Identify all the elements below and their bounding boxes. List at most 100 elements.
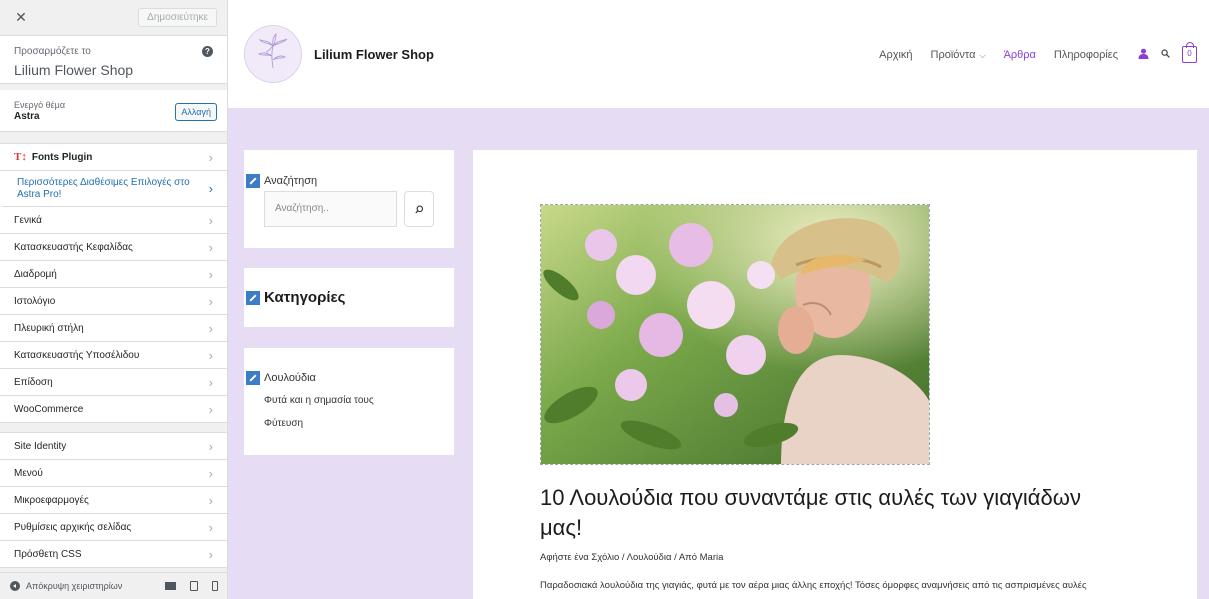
publish-button[interactable]: Δημοσιεύτηκε bbox=[138, 8, 217, 27]
nav-products[interactable]: Προϊόντα ⌵ bbox=[931, 49, 986, 61]
chevron-right-icon: › bbox=[208, 492, 213, 508]
panel-list-core: Site Identity › Μενού › Μικροεφαρμογές › Ρυθμί… bbox=[0, 433, 227, 568]
divider bbox=[0, 132, 227, 144]
panel-label: Διαδρομή bbox=[14, 268, 57, 280]
lily-logo-icon bbox=[257, 32, 288, 69]
chevron-right-icon: › bbox=[208, 149, 213, 165]
category-link[interactable]: Φυτά και η σημασία τους bbox=[264, 395, 374, 406]
panel-label: Επίδοση bbox=[14, 376, 53, 388]
article-meta: Αφήστε ένα Σχόλιο / Λουλούδια / Από Mari… bbox=[540, 552, 724, 563]
site-name-label: Lilium Flower Shop bbox=[14, 62, 134, 78]
search-widget: Αναζήτηση Αναζήτηση.. bbox=[244, 150, 454, 248]
site-preview: Lilium Flower Shop Αρχική Προϊόντα ⌵ Άρθρ… bbox=[228, 0, 1209, 599]
close-icon[interactable]: ✕ bbox=[12, 9, 30, 26]
search-icon bbox=[414, 205, 423, 213]
panel-label: Μικροεφαρμογές bbox=[14, 494, 89, 506]
active-theme-section: Ενεργό θέμα Astra Αλλαγή bbox=[0, 90, 227, 132]
collapse-icon[interactable] bbox=[10, 581, 20, 591]
chevron-right-icon: › bbox=[208, 546, 213, 562]
category-list-widget: Λουλούδια Φυτά και η σημασία τους Φύτευσ… bbox=[244, 348, 454, 455]
panel-label: Γενικά bbox=[14, 214, 42, 226]
panel-label: Ιστολόγιο bbox=[14, 295, 56, 307]
panel-list-theme: Γενικά › Κατασκευαστής Κεφαλίδας › Διαδρομή ›… bbox=[0, 207, 227, 423]
edit-pencil-icon[interactable] bbox=[246, 290, 260, 305]
panel-item[interactable]: Ρυθμίσεις αρχικής σελίδας › bbox=[0, 514, 227, 541]
category-link[interactable]: Φύτευση bbox=[264, 418, 303, 429]
nav-articles[interactable]: Άρθρα bbox=[1004, 49, 1036, 61]
panel-item[interactable]: Ιστολόγιο › bbox=[0, 288, 227, 315]
edit-pencil-icon[interactable] bbox=[246, 371, 260, 385]
divider bbox=[0, 423, 227, 433]
chevron-right-icon: › bbox=[208, 374, 213, 390]
panel-fonts-plugin[interactable]: T↕ Fonts Plugin › bbox=[0, 144, 227, 171]
panel-label: Κατασκευαστής Κεφαλίδας bbox=[14, 241, 133, 253]
mobile-preview-icon[interactable] bbox=[212, 581, 218, 591]
panel-label: Μενού bbox=[14, 467, 43, 479]
panel-item[interactable]: Κατασκευαστής Υποσέλιδου › bbox=[0, 342, 227, 369]
widget-title: Κατηγορίες bbox=[264, 289, 346, 306]
search-input[interactable]: Αναζήτηση.. bbox=[264, 191, 397, 227]
panel-label: Πρόσθετη CSS bbox=[14, 548, 82, 560]
desktop-preview-icon[interactable] bbox=[165, 582, 176, 590]
nav-info[interactable]: Πληροφορίες bbox=[1054, 49, 1118, 61]
article-excerpt: Παραδοσιακά λουλούδια της γιαγιάς, φυτά … bbox=[540, 580, 1087, 591]
chevron-right-icon: › bbox=[208, 347, 213, 363]
edit-pencil-icon[interactable] bbox=[246, 174, 260, 188]
chevron-right-icon: › bbox=[208, 266, 213, 282]
nav-home[interactable]: Αρχική bbox=[879, 49, 912, 61]
panel-label: Κατασκευαστής Υποσέλιδου bbox=[14, 349, 140, 361]
panel-item[interactable]: Επίδοση › bbox=[0, 369, 227, 396]
main-navigation: Αρχική Προϊόντα ⌵ Άρθρα Πληροφορίες 0 bbox=[861, 42, 1197, 63]
panel-astra-pro[interactable]: Περισσότερες Διαθέσιμες Επιλογές στο Ast… bbox=[0, 171, 227, 207]
widget-title: Αναζήτηση bbox=[264, 175, 318, 187]
chevron-right-icon: › bbox=[208, 519, 213, 535]
chevron-down-icon: ⌵ bbox=[979, 50, 986, 60]
customizer-sidebar: ✕ Δημοσιεύτηκε Προσαρμόζετε το Lilium Fl… bbox=[0, 0, 228, 599]
panel-label: Πλευρική στήλη bbox=[14, 322, 84, 334]
panel-item[interactable]: Πρόσθετη CSS › bbox=[0, 541, 227, 568]
chevron-right-icon: › bbox=[208, 181, 213, 196]
help-icon[interactable]: ? bbox=[202, 46, 213, 57]
customizer-info: Προσαρμόζετε το Lilium Flower Shop ? bbox=[0, 36, 227, 84]
panel-label: Ρυθμίσεις αρχικής σελίδας bbox=[14, 521, 132, 533]
panel-item[interactable]: Γενικά › bbox=[0, 207, 227, 234]
panel-item[interactable]: Διαδρομή › bbox=[0, 261, 227, 288]
customizing-label: Προσαρμόζετε το bbox=[14, 46, 91, 57]
panel-item[interactable]: Site Identity › bbox=[0, 433, 227, 460]
category-link[interactable]: Λουλούδια bbox=[264, 372, 316, 384]
site-logo[interactable] bbox=[244, 25, 302, 83]
cart-icon[interactable]: 0 bbox=[1182, 42, 1197, 63]
panel-label: Fonts Plugin bbox=[31, 151, 93, 163]
tablet-preview-icon[interactable] bbox=[190, 581, 198, 591]
account-icon[interactable] bbox=[1138, 48, 1149, 62]
hide-controls-label[interactable]: Απόκρυψη χειριστηρίων bbox=[26, 581, 122, 591]
search-button[interactable] bbox=[404, 191, 434, 227]
article-card: 10 Λουλούδια που συναντάμε στις αυλές τω… bbox=[473, 150, 1197, 599]
fonts-plugin-icon: T↕ bbox=[14, 151, 27, 163]
chevron-right-icon: › bbox=[208, 401, 213, 417]
panel-label: WooCommerce bbox=[14, 403, 84, 415]
woman-with-flowers-photo bbox=[541, 205, 929, 464]
panel-item[interactable]: Πλευρική στήλη › bbox=[0, 315, 227, 342]
chevron-right-icon: › bbox=[208, 212, 213, 228]
panel-label: Περισσότερες Διαθέσιμες Επιλογές στο Ast… bbox=[17, 176, 190, 200]
customizer-header: ✕ Δημοσιεύτηκε bbox=[0, 0, 227, 36]
article-title[interactable]: 10 Λουλούδια που συναντάμε στις αυλές τω… bbox=[540, 483, 1100, 543]
chevron-right-icon: › bbox=[208, 293, 213, 309]
change-theme-button[interactable]: Αλλαγή bbox=[175, 103, 217, 121]
chevron-right-icon: › bbox=[208, 320, 213, 336]
panel-item[interactable]: Μικροεφαρμογές › bbox=[0, 487, 227, 514]
panel-label: Site Identity bbox=[14, 440, 67, 452]
chevron-right-icon: › bbox=[208, 438, 213, 454]
site-title[interactable]: Lilium Flower Shop bbox=[314, 47, 434, 62]
article-featured-image[interactable] bbox=[540, 204, 930, 465]
site-header: Lilium Flower Shop Αρχική Προϊόντα ⌵ Άρθρ… bbox=[228, 0, 1209, 108]
categories-widget: Κατηγορίες bbox=[244, 268, 454, 327]
chevron-right-icon: › bbox=[208, 465, 213, 481]
panel-item[interactable]: WooCommerce › bbox=[0, 396, 227, 423]
search-icon[interactable] bbox=[1161, 48, 1170, 61]
panel-item[interactable]: Κατασκευαστής Κεφαλίδας › bbox=[0, 234, 227, 261]
panel-item[interactable]: Μενού › bbox=[0, 460, 227, 487]
customizer-footer: Απόκρυψη χειριστηρίων bbox=[0, 572, 227, 599]
chevron-right-icon: › bbox=[208, 239, 213, 255]
